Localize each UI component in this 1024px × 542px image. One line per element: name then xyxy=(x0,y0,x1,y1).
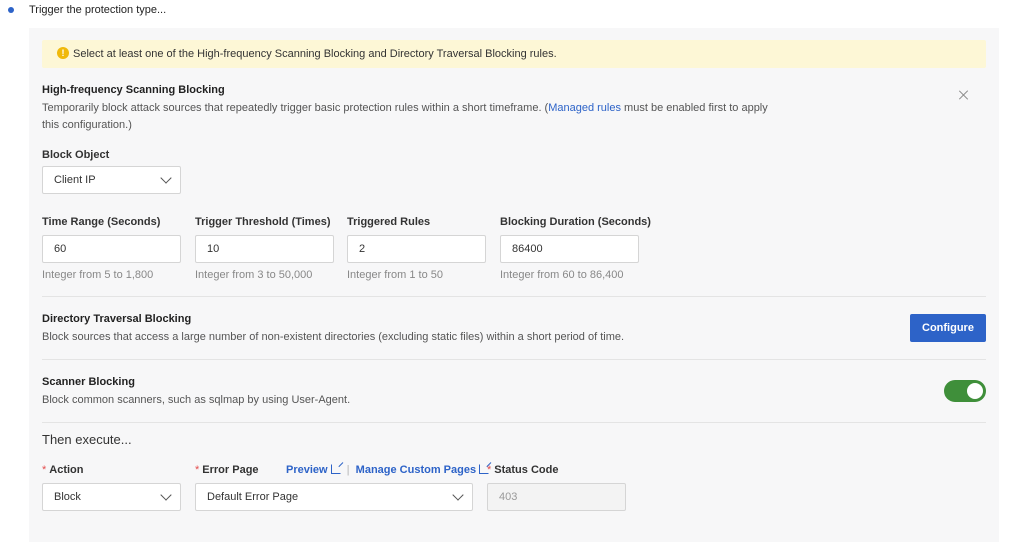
then-execute-title: Then execute... xyxy=(42,432,132,447)
manage-custom-pages-link[interactable]: Manage Custom Pages xyxy=(356,464,490,476)
divider xyxy=(42,359,986,360)
triggered-rules-label: Triggered Rules xyxy=(347,216,431,228)
toggle-knob xyxy=(967,383,983,399)
blocking-duration-hint: Integer from 60 to 86,400 xyxy=(500,269,624,281)
high-frequency-title: High-frequency Scanning Blocking xyxy=(42,84,225,96)
preview-link[interactable]: Preview xyxy=(286,464,341,476)
error-page-label: * Error Page xyxy=(195,464,259,476)
divider xyxy=(42,422,986,423)
status-code-input: 403 xyxy=(487,483,626,511)
triggered-rules-input[interactable]: 2 xyxy=(347,235,486,263)
alert-text: Select at least one of the High-frequenc… xyxy=(73,48,557,60)
high-frequency-description: Temporarily block attack sources that re… xyxy=(42,102,768,131)
chevron-down-icon xyxy=(160,172,172,184)
directory-traversal-description: Block sources that access a large number… xyxy=(42,331,625,343)
action-select[interactable]: Block xyxy=(42,483,181,511)
external-link-icon xyxy=(330,464,341,474)
error-page-links: Preview | Manage Custom Pages xyxy=(286,464,490,476)
time-range-label: Time Range (Seconds) xyxy=(42,216,161,228)
step-indicator xyxy=(8,7,14,13)
trigger-threshold-hint: Integer from 3 to 50,000 xyxy=(195,269,313,281)
directory-traversal-title: Directory Traversal Blocking xyxy=(42,313,192,325)
warning-alert: ! Select at least one of the High-freque… xyxy=(42,40,986,68)
close-icon[interactable] xyxy=(958,89,970,101)
blocking-duration-input[interactable]: 86400 xyxy=(500,235,639,263)
action-label: * Action xyxy=(42,464,84,476)
scanner-blocking-title: Scanner Blocking xyxy=(42,376,135,388)
chevron-down-icon xyxy=(160,489,172,501)
trigger-threshold-label: Trigger Threshold (Times) xyxy=(195,216,331,228)
block-object-select[interactable]: Client IP xyxy=(42,166,181,194)
status-code-label: * Status Code xyxy=(487,464,559,476)
configure-button[interactable]: Configure xyxy=(910,314,986,342)
divider xyxy=(42,296,986,297)
time-range-input[interactable]: 60 xyxy=(42,235,181,263)
managed-rules-link[interactable]: Managed rules xyxy=(548,102,621,114)
block-object-label: Block Object xyxy=(42,149,110,161)
blocking-duration-label: Blocking Duration (Seconds) xyxy=(500,216,651,228)
step-title: Trigger the protection type... xyxy=(29,4,167,16)
warning-icon: ! xyxy=(57,47,69,59)
triggered-rules-hint: Integer from 1 to 50 xyxy=(347,269,443,281)
scanner-blocking-description: Block common scanners, such as sqlmap by… xyxy=(42,394,351,406)
trigger-threshold-input[interactable]: 10 xyxy=(195,235,334,263)
error-page-select[interactable]: Default Error Page xyxy=(195,483,473,511)
chevron-down-icon xyxy=(452,489,464,501)
time-range-hint: Integer from 5 to 1,800 xyxy=(42,269,154,281)
scanner-blocking-toggle[interactable] xyxy=(944,380,986,402)
